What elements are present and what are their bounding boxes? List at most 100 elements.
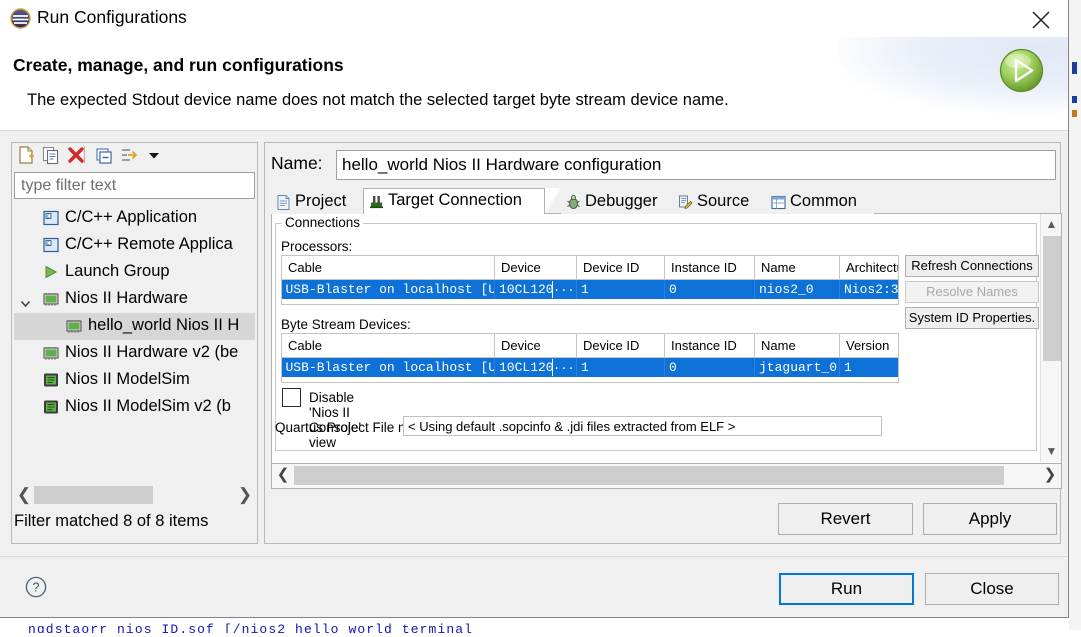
- tab-debugger[interactable]: Debugger: [561, 190, 673, 214]
- run-button[interactable]: Run: [779, 573, 914, 605]
- disable-nios-console-checkbox[interactable]: [282, 388, 301, 407]
- column-header-device-id[interactable]: Device ID: [576, 256, 665, 280]
- apply-button[interactable]: Apply: [923, 503, 1057, 535]
- tab-source[interactable]: Source: [673, 190, 766, 214]
- chevron-down-icon[interactable]: [20, 295, 31, 308]
- green-run-icon: [998, 47, 1045, 94]
- cell-name: jtaguart_0: [754, 357, 840, 377]
- chevron-up-icon[interactable]: ▲: [1041, 214, 1061, 235]
- nios-hw-icon: [42, 290, 60, 308]
- chevron-right-icon[interactable]: ❯: [235, 484, 255, 506]
- chevron-left-icon[interactable]: ❮: [14, 484, 34, 506]
- background-right-strip: [1069, 0, 1081, 630]
- tree-item-hello-world-nios-ii-hardware[interactable]: hello_world Nios II H: [14, 313, 255, 340]
- processors-table[interactable]: Cable Device Device ID Instance ID Name …: [282, 256, 898, 299]
- column-header-architecture[interactable]: Architecture: [839, 256, 898, 280]
- collapse-all-icon[interactable]: [94, 145, 114, 165]
- scrollbar-thumb[interactable]: [34, 486, 153, 504]
- tree-item-launch-group[interactable]: Launch Group: [14, 259, 255, 286]
- cell-device-id: 1: [576, 279, 665, 299]
- tab-common[interactable]: Common: [766, 190, 874, 214]
- tree-item-c-cpp-remote-application[interactable]: c C/C++ Remote Applica: [14, 232, 255, 259]
- column-header-device-id[interactable]: Device ID: [576, 334, 665, 358]
- configuration-name-input[interactable]: hello_world Nios II Hardware configurati…: [336, 150, 1056, 180]
- refresh-connections-button[interactable]: Refresh Connections: [905, 255, 1039, 277]
- column-header-cable[interactable]: Cable: [282, 256, 495, 280]
- content-horizontal-scrollbar[interactable]: ❮ ❯: [271, 464, 1062, 489]
- system-id-properties-button[interactable]: System ID Properties.: [905, 307, 1039, 329]
- cell-cable: USB-Blaster on localhost [USB-0]: [282, 279, 495, 299]
- dialog-header: Create, manage, and run configurations T…: [0, 37, 1068, 131]
- tree-item-c-cpp-application[interactable]: c C/C++ Application: [14, 205, 255, 232]
- content-vertical-scrollbar[interactable]: ▲ ▼: [1040, 214, 1061, 462]
- common-icon: [770, 194, 787, 211]
- table-header-row: Cable Device Device ID Instance ID Name …: [282, 256, 898, 280]
- tab-label: Project: [295, 192, 347, 210]
- cell-instance-id: 0: [664, 279, 755, 299]
- header-message: The expected Stdout device name does not…: [27, 91, 729, 109]
- column-header-version[interactable]: Version: [839, 334, 898, 358]
- tab-target-connection[interactable]: Target Connection: [363, 188, 545, 214]
- chevron-down-icon[interactable]: ▼: [1041, 441, 1061, 462]
- header-title: Create, manage, and run configurations: [13, 55, 344, 75]
- scrollbar-thumb[interactable]: [294, 466, 1004, 485]
- chevron-left-icon[interactable]: ❮: [272, 464, 294, 487]
- tree-item-nios-ii-modelsim-v2[interactable]: Nios II ModelSim v2 (b: [14, 394, 255, 421]
- run-configurations-dialog: Run Configurations Create, manage, and r…: [0, 0, 1069, 618]
- target-connection-icon: [368, 193, 385, 210]
- cell-device: 10CL120(Y| ...: [494, 357, 577, 377]
- delete-icon[interactable]: [66, 145, 86, 165]
- close-icon[interactable]: [1023, 4, 1059, 34]
- tab-project[interactable]: Project: [271, 190, 363, 214]
- device-ellipsis-button[interactable]: ...: [552, 359, 575, 376]
- target-connection-content: Connections Processors: Cable Device Dev…: [271, 214, 1062, 464]
- tree-item-nios-ii-modelsim[interactable]: Nios II ModelSim: [14, 367, 255, 394]
- tree-item-label: hello_world Nios II H: [88, 316, 240, 334]
- table-row[interactable]: USB-Blaster on localhost [USB-0] 10CL120…: [282, 279, 898, 299]
- column-header-device[interactable]: Device: [494, 256, 577, 280]
- source-icon: [677, 194, 694, 211]
- tab-label: Debugger: [585, 192, 658, 210]
- configuration-name-row: Name: hello_world Nios II Hardware confi…: [271, 150, 1056, 180]
- column-header-instance-id[interactable]: Instance ID: [664, 334, 755, 358]
- filter-input[interactable]: type filter text: [14, 172, 255, 199]
- chevron-down-icon[interactable]: [144, 145, 164, 165]
- byte-stream-devices-table[interactable]: Cable Device Device ID Instance ID Name …: [282, 334, 898, 377]
- new-configuration-icon[interactable]: [16, 145, 36, 165]
- byte-stream-devices-label: Byte Stream Devices:: [281, 317, 411, 332]
- tree-item-label: Nios II ModelSim v2 (b: [65, 397, 231, 415]
- quartus-project-file-input[interactable]: < Using default .sopcinfo & .jdi files e…: [403, 416, 882, 436]
- tab-label: Target Connection: [388, 191, 522, 209]
- column-header-name[interactable]: Name: [754, 334, 840, 358]
- cell-device-id: 1: [576, 357, 665, 377]
- column-header-name[interactable]: Name: [754, 256, 840, 280]
- byte-stream-devices-table-wrapper: Cable Device Device ID Instance ID Name …: [281, 333, 899, 383]
- duplicate-icon[interactable]: [41, 145, 61, 165]
- filter-icon[interactable]: [119, 145, 139, 165]
- tree-item-nios-ii-hardware-v2[interactable]: Nios II Hardware v2 (be: [14, 340, 255, 367]
- tree-item-label: Launch Group: [65, 262, 170, 280]
- revert-button[interactable]: Revert: [778, 503, 913, 535]
- eclipse-icon: [10, 8, 31, 29]
- modelsim-icon: [42, 398, 60, 416]
- svg-text:c: c: [47, 241, 50, 247]
- launch-configurations-tree[interactable]: c C/C++ Application c C/C++ Remote Appli…: [14, 205, 255, 480]
- cell-cable: USB-Blaster on localhost [USB-0]: [282, 357, 495, 377]
- tree-item-label: Nios II Hardware: [65, 289, 188, 307]
- tree-item-nios-ii-hardware[interactable]: Nios II Hardware: [14, 286, 255, 313]
- tree-horizontal-scrollbar[interactable]: ❮ ❯: [14, 484, 255, 506]
- column-header-cable[interactable]: Cable: [282, 334, 495, 358]
- scrollbar-thumb[interactable]: [1043, 236, 1061, 361]
- column-header-instance-id[interactable]: Instance ID: [664, 256, 755, 280]
- table-row[interactable]: USB-Blaster on localhost [USB-0] 10CL120…: [282, 357, 898, 377]
- device-ellipsis-button[interactable]: ...: [552, 281, 575, 298]
- chevron-right-icon[interactable]: ❯: [1039, 464, 1061, 487]
- column-header-device[interactable]: Device: [494, 334, 577, 358]
- background-editor-marker-b: [1072, 96, 1077, 103]
- processors-label: Processors:: [281, 239, 353, 254]
- close-button[interactable]: Close: [925, 573, 1059, 605]
- bug-icon: [565, 194, 582, 211]
- footer-divider: [0, 556, 1068, 557]
- help-icon[interactable]: ?: [25, 576, 47, 598]
- svg-text:?: ?: [33, 581, 40, 595]
